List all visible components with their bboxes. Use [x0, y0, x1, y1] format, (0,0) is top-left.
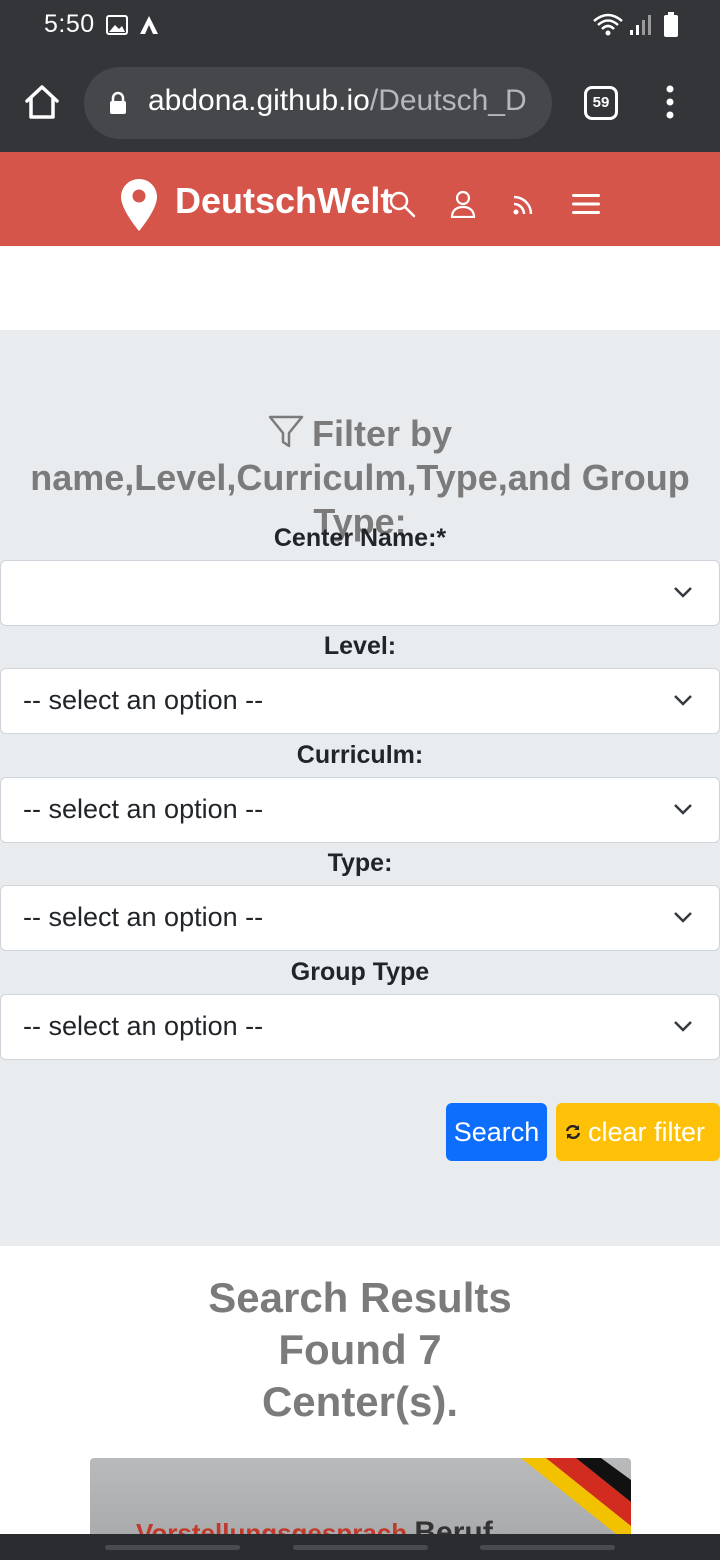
battery-icon	[664, 12, 678, 37]
signal-icon	[630, 15, 651, 35]
lock-icon	[110, 91, 126, 114]
curriculum-select[interactable]: -- select an option --	[0, 777, 720, 843]
chevron-down-icon	[674, 912, 692, 923]
more-options-icon[interactable]	[662, 84, 678, 120]
nav-back-button[interactable]	[480, 1545, 615, 1550]
home-icon[interactable]	[22, 82, 62, 122]
url-text: abdona.github.io/Deutsch_D	[148, 84, 540, 118]
chevron-down-icon	[674, 587, 692, 598]
result-card-image[interactable]: Vorstellungsgesprach Beruf	[90, 1458, 631, 1538]
curriculum-label: Curriculm:	[296, 741, 424, 769]
curriculum-value: -- select an option --	[23, 794, 264, 824]
clear-filter-button[interactable]: clear filter	[556, 1103, 720, 1161]
results-heading-line-1: Search Results	[208, 1274, 512, 1321]
center-name-select[interactable]	[0, 560, 720, 626]
results-heading: Search Results Found 7 Center(s).	[0, 1272, 720, 1428]
hamburger-menu-icon[interactable]	[572, 192, 600, 216]
address-bar[interactable]: abdona.github.io/Deutsch_D	[84, 67, 552, 139]
brand-logo[interactable]: DeutschWelt	[175, 180, 392, 222]
system-navigation-bar	[0, 1534, 720, 1560]
location-pin-icon[interactable]	[120, 178, 158, 232]
level-select[interactable]: -- select an option --	[0, 668, 720, 734]
clear-filter-label: clear filter	[588, 1117, 706, 1147]
status-time: 5:50	[44, 10, 95, 38]
chevron-down-icon	[674, 1021, 692, 1032]
wifi-icon	[593, 13, 623, 36]
browser-toolbar: abdona.github.io/Deutsch_D 59	[0, 52, 720, 152]
group-type-select[interactable]: -- select an option --	[0, 994, 720, 1060]
group-type-label: Group Type	[290, 958, 430, 986]
results-heading-line-2: Found 7	[278, 1326, 442, 1373]
filter-heading-text: Filter by name,Level,Curriculm,Type,and …	[30, 413, 690, 542]
chevron-down-icon	[674, 804, 692, 815]
user-icon[interactable]	[450, 190, 476, 218]
group-type-value: -- select an option --	[23, 1011, 264, 1041]
results-heading-line-3: Center(s).	[261, 1378, 459, 1425]
nav-recents-button[interactable]	[105, 1545, 240, 1550]
rss-icon[interactable]	[512, 194, 534, 216]
status-bar: 5:50	[0, 0, 720, 52]
nav-home-button[interactable]	[293, 1545, 428, 1550]
type-value: -- select an option --	[23, 902, 264, 932]
center-name-label: Center Name:*	[273, 524, 447, 552]
site-header: DeutschWelt	[0, 152, 720, 246]
type-select[interactable]: -- select an option --	[0, 885, 720, 951]
sync-icon	[565, 1124, 581, 1140]
filter-funnel-icon	[268, 415, 304, 448]
type-label: Type:	[327, 849, 393, 877]
search-icon[interactable]	[388, 190, 416, 218]
a-notification-icon	[140, 16, 158, 34]
level-label: Level:	[323, 632, 397, 660]
chevron-down-icon	[674, 695, 692, 706]
image-notification-icon	[106, 15, 128, 35]
filter-section: Filter by name,Level,Curriculm,Type,and …	[0, 330, 720, 1246]
german-flag-stripes	[521, 1458, 631, 1538]
level-value: -- select an option --	[23, 685, 264, 715]
tab-switcher-button[interactable]: 59	[584, 86, 618, 120]
url-path: /Deutsch_D	[369, 84, 527, 117]
search-button[interactable]: Search	[446, 1103, 547, 1161]
url-host: abdona.github.io	[148, 84, 370, 117]
